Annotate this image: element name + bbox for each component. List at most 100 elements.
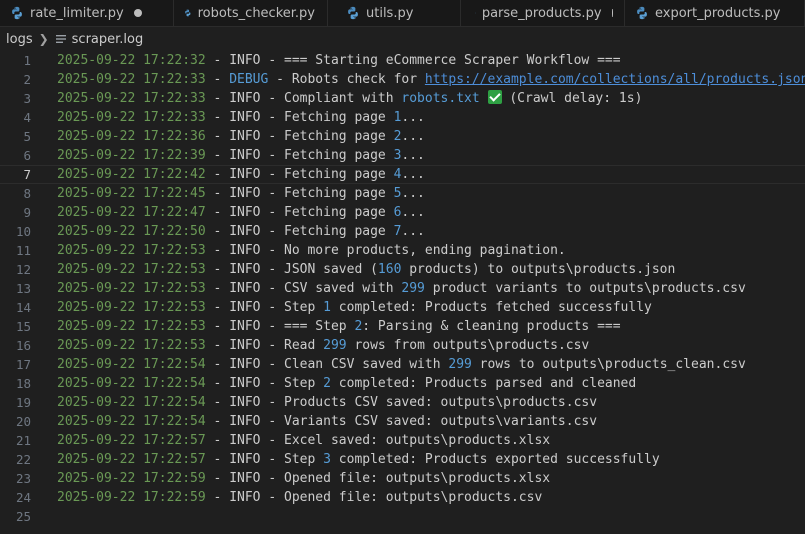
line-number: 13 xyxy=(15,281,31,296)
log-line[interactable]: 4 2025-09-22 17:22:33 - INFO - Fetching p… xyxy=(0,108,805,127)
log-message: Compliant with xyxy=(284,91,402,106)
log-level: INFO xyxy=(229,338,261,353)
log-timestamp: 2025-09-22 17:22:32 xyxy=(57,53,206,68)
log-line[interactable]: 20 2025-09-22 17:22:54 - INFO - Variants … xyxy=(0,412,805,431)
log-timestamp: 2025-09-22 17:22:50 xyxy=(57,224,206,239)
line-number: 17 xyxy=(15,357,31,372)
log-line[interactable]: 24 2025-09-22 17:22:59 - INFO - Opened fi… xyxy=(0,488,805,507)
log-message: ... xyxy=(401,110,425,125)
log-level: INFO xyxy=(229,452,261,467)
log-timestamp: 2025-09-22 17:22:57 xyxy=(57,452,206,467)
line-number: 7 xyxy=(23,167,31,182)
log-line[interactable]: 8 2025-09-22 17:22:45 - INFO - Fetching p… xyxy=(0,184,805,203)
log-message: JSON saved ( xyxy=(284,262,378,277)
log-message: Fetching page xyxy=(284,224,394,239)
python-file-icon xyxy=(348,6,358,20)
log-line[interactable]: 9 2025-09-22 17:22:47 - INFO - Fetching p… xyxy=(0,203,805,222)
log-timestamp: 2025-09-22 17:22:33 xyxy=(57,91,206,106)
line-number: 22 xyxy=(15,452,31,467)
tab-export-products[interactable]: export_products.py xyxy=(625,0,805,26)
line-number: 16 xyxy=(15,338,31,353)
log-number: 3 xyxy=(323,452,331,467)
log-level: INFO xyxy=(229,357,261,372)
tab-robots-checker[interactable]: robots_checker.py xyxy=(174,0,328,26)
log-line[interactable]: 6 2025-09-22 17:22:39 - INFO - Fetching p… xyxy=(0,146,805,165)
log-message: completed: Products exported successfull… xyxy=(330,452,660,467)
log-line-text: 2025-09-22 17:22:54 - INFO - Clean CSV s… xyxy=(57,357,746,372)
log-url-link[interactable]: https://example.com/collections/all/prod… xyxy=(425,72,805,87)
log-number: 1 xyxy=(323,300,331,315)
log-timestamp: 2025-09-22 17:22:54 xyxy=(57,357,206,372)
tab-rate-limiter[interactable]: rate_limiter.py xyxy=(0,0,174,26)
tab-parse-products[interactable]: parse_products.py xyxy=(461,0,625,26)
log-line[interactable]: 3 2025-09-22 17:22:33 - INFO - Compliant … xyxy=(0,89,805,108)
log-level: INFO xyxy=(229,186,261,201)
check-mark-icon xyxy=(487,90,502,104)
log-message: No more products, ending pagination. xyxy=(284,243,566,258)
log-line[interactable]: 15 2025-09-22 17:22:53 - INFO - === Step … xyxy=(0,317,805,336)
log-message: ... xyxy=(401,148,425,163)
breadcrumb-file[interactable]: scraper.log xyxy=(72,32,144,47)
tab-label: export_products.py xyxy=(655,5,781,21)
log-line[interactable]: 13 2025-09-22 17:22:53 - INFO - CSV saved… xyxy=(0,279,805,298)
tab-label: rate_limiter.py xyxy=(30,5,124,21)
editor-tab-bar: rate_limiter.py robots_checker.py utils.… xyxy=(0,0,805,27)
log-line[interactable]: 5 2025-09-22 17:22:36 - INFO - Fetching p… xyxy=(0,127,805,146)
tab-utils[interactable]: utils.py xyxy=(328,0,461,26)
log-message: : Parsing & cleaning products === xyxy=(362,319,621,334)
log-number: 299 xyxy=(448,357,472,372)
log-line[interactable]: 10 2025-09-22 17:22:50 - INFO - Fetching … xyxy=(0,222,805,241)
log-level: INFO xyxy=(229,224,261,239)
log-timestamp: 2025-09-22 17:22:42 xyxy=(57,167,206,182)
line-number: 23 xyxy=(15,471,31,486)
log-line-text: 2025-09-22 17:22:53 - INFO - CSV saved w… xyxy=(57,281,746,296)
log-line[interactable]: 23 2025-09-22 17:22:59 - INFO - Opened fi… xyxy=(0,469,805,488)
log-number: robots.txt xyxy=(401,91,480,106)
log-message: Step xyxy=(284,376,324,391)
log-level: INFO xyxy=(229,281,261,296)
line-number: 14 xyxy=(15,300,31,315)
log-line[interactable]: 2 2025-09-22 17:22:33 - DEBUG - Robots ch… xyxy=(0,70,805,89)
log-line[interactable]: 18 2025-09-22 17:22:54 - INFO - Step 2 co… xyxy=(0,374,805,393)
log-message: completed: Products parsed and cleaned xyxy=(330,376,637,391)
log-line[interactable]: 22 2025-09-22 17:22:57 - INFO - Step 3 co… xyxy=(0,450,805,469)
line-number: 2 xyxy=(23,72,31,87)
log-line-text: 2025-09-22 17:22:59 - INFO - Opened file… xyxy=(57,490,543,505)
log-line[interactable]: 21 2025-09-22 17:22:57 - INFO - Excel sav… xyxy=(0,431,805,450)
log-line[interactable]: 7 2025-09-22 17:22:42 - INFO - Fetching p… xyxy=(0,165,805,184)
breadcrumb-folder[interactable]: logs xyxy=(6,32,33,47)
log-line[interactable]: 17 2025-09-22 17:22:54 - INFO - Clean CSV… xyxy=(0,355,805,374)
log-level: INFO xyxy=(229,129,261,144)
line-number: 21 xyxy=(15,433,31,448)
log-line[interactable]: 14 2025-09-22 17:22:53 - INFO - Step 1 co… xyxy=(0,298,805,317)
log-message: Step xyxy=(284,300,324,315)
log-level: INFO xyxy=(229,433,261,448)
python-file-icon xyxy=(475,12,476,14)
log-level: INFO xyxy=(229,91,261,106)
log-message: Fetching page xyxy=(284,205,394,220)
log-timestamp: 2025-09-22 17:22:59 xyxy=(57,471,206,486)
log-message: rows to outputs\products_clean.csv xyxy=(471,357,746,372)
log-level: INFO xyxy=(229,395,261,410)
log-line-text: 2025-09-22 17:22:53 - INFO - JSON saved … xyxy=(57,262,676,277)
log-message: ... xyxy=(401,167,425,182)
log-line[interactable]: 19 2025-09-22 17:22:54 - INFO - Products … xyxy=(0,393,805,412)
tab-label: parse_products.py xyxy=(481,5,602,21)
log-line[interactable]: 12 2025-09-22 17:22:53 - INFO - JSON save… xyxy=(0,260,805,279)
log-line[interactable]: 11 2025-09-22 17:22:53 - INFO - No more p… xyxy=(0,241,805,260)
log-line-text: 2025-09-22 17:22:57 - INFO - Excel saved… xyxy=(57,433,551,448)
line-number: 11 xyxy=(15,243,31,258)
log-editor[interactable]: 1 2025-09-22 17:22:32 - INFO - === Starti… xyxy=(0,51,805,534)
log-timestamp: 2025-09-22 17:22:53 xyxy=(57,300,206,315)
log-line[interactable]: 16 2025-09-22 17:22:53 - INFO - Read 299 … xyxy=(0,336,805,355)
log-line-text: 2025-09-22 17:22:45 - INFO - Fetching pa… xyxy=(57,186,425,201)
tab-label: robots_checker.py xyxy=(197,5,315,21)
log-timestamp: 2025-09-22 17:22:53 xyxy=(57,262,206,277)
line-number: 25 xyxy=(15,509,31,524)
log-level: INFO xyxy=(229,300,261,315)
log-number: 299 xyxy=(323,338,347,353)
line-number: 15 xyxy=(15,319,31,334)
log-timestamp: 2025-09-22 17:22:45 xyxy=(57,186,206,201)
log-line[interactable]: 1 2025-09-22 17:22:32 - INFO - === Starti… xyxy=(0,51,805,70)
log-line[interactable]: 25 xyxy=(0,507,805,526)
